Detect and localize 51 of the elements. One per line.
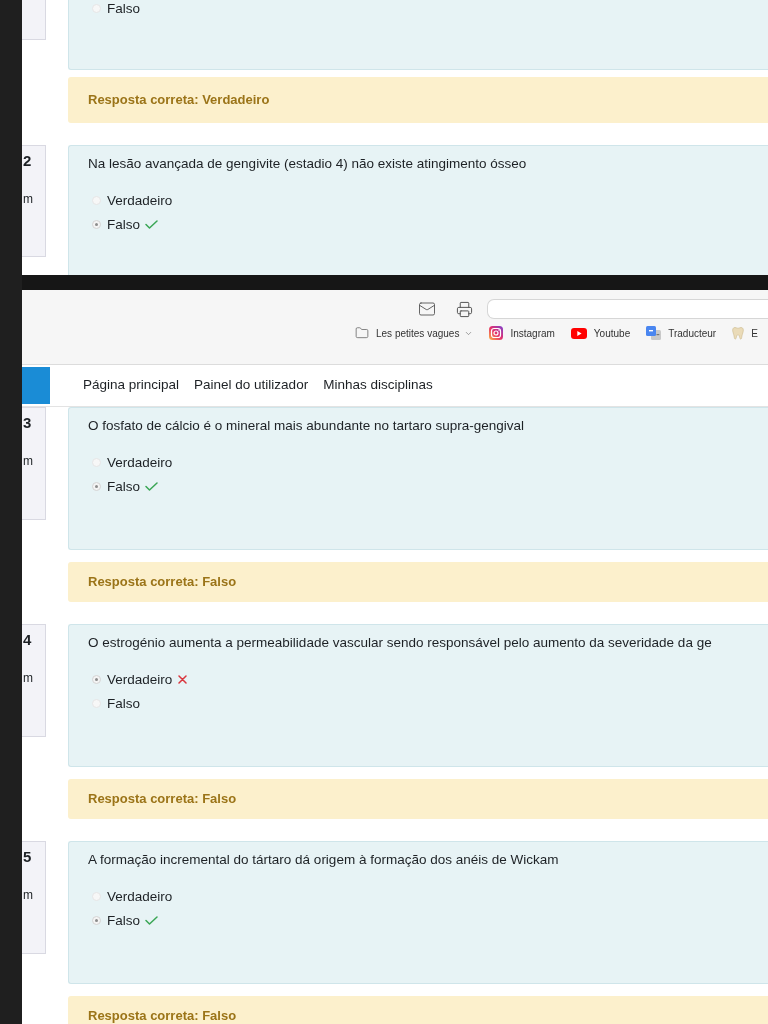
bookmark-label: E [751, 326, 758, 341]
option-label: Verdadeiro [107, 192, 173, 209]
feedback-text: Resposta correta: Verdadeiro [88, 91, 270, 110]
play-logo-icon [570, 327, 587, 339]
bookmark-item[interactable]: E [732, 325, 758, 341]
radio-button[interactable] [92, 916, 101, 925]
question-text: A formação incremental do tártaro dá origem à formação dos anéis de Wickam [88, 851, 560, 868]
bookmark-item[interactable]: Instagram [489, 325, 555, 341]
bookmark-label: Les petites vagues [376, 326, 460, 341]
question-number: 4 [22, 631, 32, 649]
bookmark-label: Instagram [510, 326, 555, 341]
radio-button[interactable] [92, 220, 101, 229]
radio-button[interactable] [92, 675, 101, 684]
translate-icon [646, 326, 662, 340]
question-text: O estrogénio aumenta a permeabilidade vascular sendo responsável pelo aumento da severidade da ge [88, 634, 713, 651]
info-text-fragment: m [22, 888, 33, 902]
logo-tile[interactable] [22, 367, 50, 404]
bookmark-label: Traducteur [668, 326, 717, 341]
mail-icon[interactable] [418, 300, 436, 318]
info-text-fragment: m [22, 454, 33, 468]
nav-link[interactable]: Painel do utilizador [194, 375, 309, 396]
bookmark-item[interactable]: Les petites vagues [355, 325, 474, 341]
option-label: Verdadeiro [107, 671, 173, 688]
folder-icon [355, 326, 369, 340]
option-label: Verdadeiro [107, 888, 173, 905]
info-text-fragment: m [22, 192, 33, 206]
camera-logo-icon [489, 326, 504, 340]
feedback-text: Resposta correta: Falso [88, 790, 237, 809]
info-text-fragment: m [22, 671, 33, 685]
feedback-text: Resposta correta: Falso [88, 573, 237, 592]
option-label: Falso [107, 695, 140, 712]
question-number: 5 [22, 848, 32, 866]
question-number: 3 [22, 414, 32, 432]
bookmark-label: Youtube [593, 326, 631, 341]
feedback-text: Resposta correta: Falso [88, 1007, 237, 1024]
radio-button[interactable] [92, 482, 101, 491]
question-number: 2 [22, 152, 32, 170]
nav-link[interactable]: Minhas disciplinas [323, 375, 433, 396]
question-text: Na lesão avançada de gengivite (estadio 4) não existe atingimento ósseo [88, 155, 528, 172]
tooth-icon [732, 326, 745, 340]
option-label: Falso [107, 0, 140, 17]
nav-link[interactable]: Página principal [83, 375, 180, 396]
option-label: Falso [107, 912, 140, 929]
option-label: Falso [107, 216, 140, 233]
option-label: Verdadeiro [107, 454, 173, 471]
bookmark-item[interactable]: Youtube [570, 325, 631, 341]
bookmark-item[interactable]: Traducteur [646, 325, 717, 341]
question-text: O fosfato de cálcio é o mineral mais abundante no tartaro supra-gengival [88, 417, 525, 434]
address-field[interactable] [487, 299, 768, 319]
option-label: Falso [107, 478, 140, 495]
print-icon[interactable] [456, 300, 473, 318]
